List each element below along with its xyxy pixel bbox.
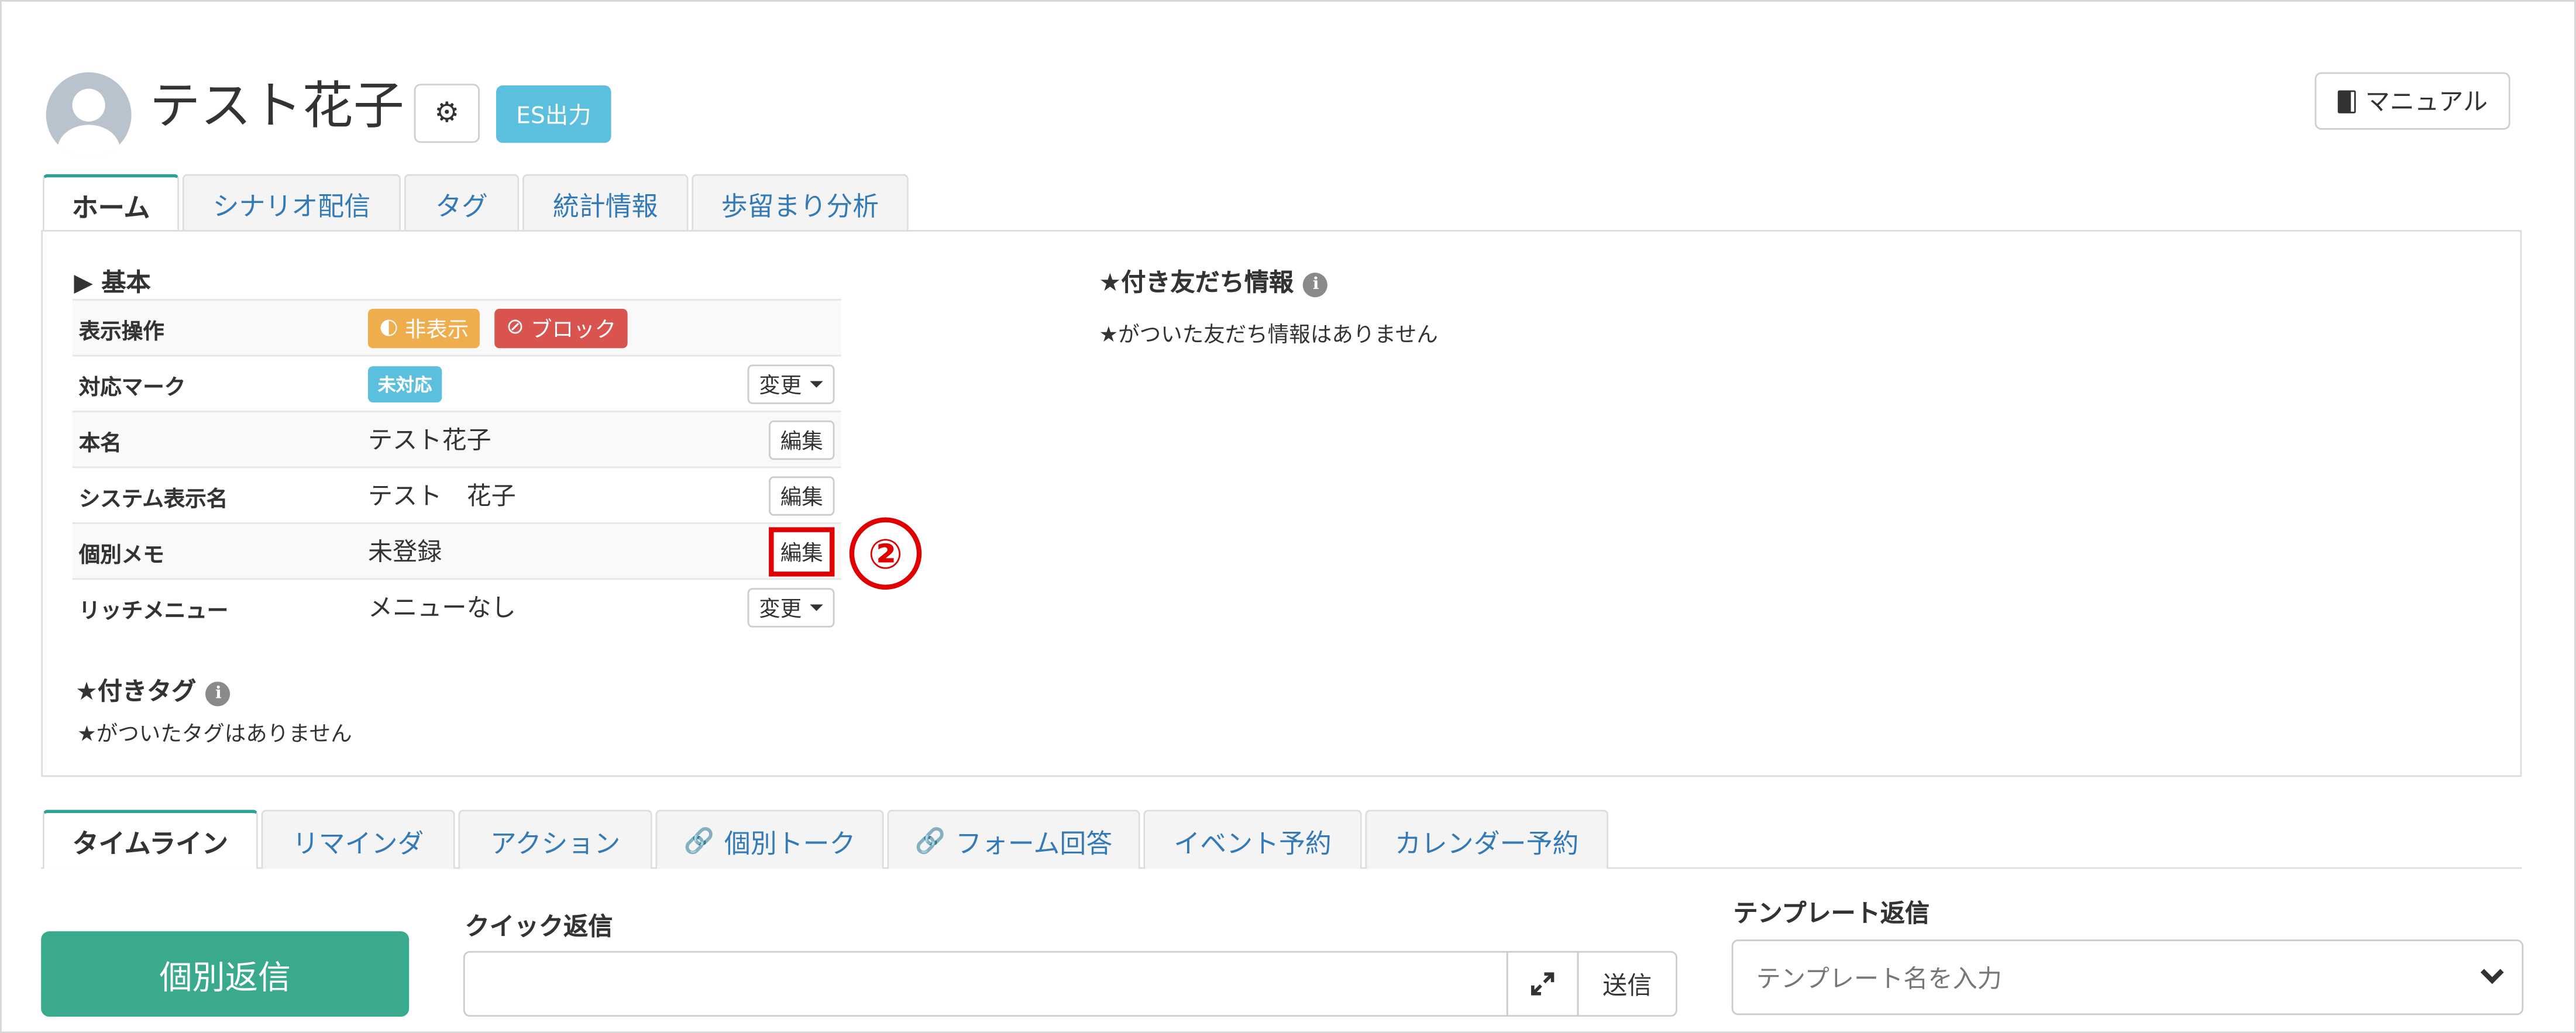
template-select[interactable]: テンプレート名を入力 <box>1731 939 2524 1015</box>
link-icon: 🔗 <box>683 825 714 855</box>
tab-timeline[interactable]: タイムライン <box>43 810 258 869</box>
quick-reply-label: クイック返信 <box>465 911 613 941</box>
avatar-head-icon <box>72 88 105 122</box>
tab-individual-talk[interactable]: 🔗 個別トーク <box>655 810 884 869</box>
info-icon[interactable]: i <box>206 681 231 707</box>
tab-calendar-booking-label: カレンダー予約 <box>1394 827 1579 859</box>
eye-slash-icon: ◐ <box>379 315 398 340</box>
manual-button[interactable]: マニュアル <box>2314 72 2510 130</box>
action-cell: 変更 <box>710 354 841 412</box>
status-badge: 未対応 <box>367 365 442 402</box>
action-cell: 編集 <box>710 466 841 524</box>
template-reply-label: テンプレート返信 <box>1733 898 1930 928</box>
send-button[interactable]: 送信 <box>1577 951 1677 1017</box>
memo-value: 未登録 <box>367 522 710 579</box>
table-row: システム表示名 テスト 花子 編集 <box>72 466 841 524</box>
book-icon <box>2337 89 2355 113</box>
tab-reminder[interactable]: リマインダ <box>261 810 455 869</box>
avatar-body-icon <box>57 125 120 158</box>
table-row: リッチメニュー メニューなし 変更 <box>72 578 841 635</box>
block-button-label: ブロック <box>531 318 617 343</box>
change-rich-menu-label: 変更 <box>759 598 802 623</box>
action-cell: 編集 <box>710 522 841 579</box>
tab-calendar-booking[interactable]: カレンダー予約 <box>1365 810 1609 869</box>
chevron-down-icon <box>2480 960 2504 984</box>
tab-event-booking[interactable]: イベント予約 <box>1143 810 1362 869</box>
tab-yield-analysis[interactable]: 歩留まり分析 <box>692 174 909 232</box>
quick-reply-input[interactable] <box>463 951 1508 1017</box>
row-label: 対応マーク <box>72 354 368 412</box>
profile-tab-bar: ホーム シナリオ配信 タグ 統計情報 歩留まり分析 <box>43 174 912 232</box>
info-icon[interactable]: i <box>1304 273 1329 298</box>
annotation-number-badge: ② <box>849 517 922 590</box>
tab-tags[interactable]: タグ <box>404 174 520 232</box>
tab-form-answers[interactable]: 🔗 フォーム回答 <box>887 810 1140 869</box>
tab-stats-label: 統計情報 <box>552 190 658 222</box>
change-mark-label: 変更 <box>759 374 802 400</box>
caret-down-icon <box>810 380 823 387</box>
basic-section-title: ▶ 基本 <box>74 267 151 298</box>
display-ops-cell: ◐ 非表示 ⊘ ブロック <box>367 299 841 356</box>
starred-tags-title: ★付きタグ i <box>75 673 231 708</box>
change-rich-menu-button[interactable]: 変更 <box>747 587 835 627</box>
avatar <box>46 72 132 158</box>
starred-tags-empty: ★がついたタグはありません <box>77 722 352 748</box>
tab-yield-analysis-label: 歩留まり分析 <box>721 190 879 222</box>
action-cell: 変更 <box>710 578 841 635</box>
tab-stats[interactable]: 統計情報 <box>522 174 689 232</box>
es-export-button[interactable]: ES出力 <box>496 85 611 143</box>
edit-system-name-button[interactable]: 編集 <box>769 475 835 515</box>
action-cell: 編集 <box>710 410 841 467</box>
table-row: 表示操作 ◐ 非表示 ⊘ ブロック <box>72 299 841 356</box>
page-title: テスト花子 <box>149 77 404 137</box>
individual-reply-button[interactable]: 個別返信 <box>41 931 410 1017</box>
rich-menu-value: メニューなし <box>367 578 710 635</box>
ban-icon: ⊘ <box>506 315 524 340</box>
row-label: 表示操作 <box>72 299 368 356</box>
tab-reminder-label: リマインダ <box>292 827 424 859</box>
starred-friend-info-title-text: ★付き友だち情報 <box>1099 267 1294 298</box>
tab-event-booking-label: イベント予約 <box>1174 827 1332 859</box>
edit-real-name-button[interactable]: 編集 <box>769 419 835 459</box>
table-row: 個別メモ 未登録 編集 <box>72 522 841 579</box>
row-label: システム表示名 <box>72 466 368 524</box>
manual-button-label: マニュアル <box>2365 87 2488 117</box>
tab-individual-talk-label: 個別トーク <box>724 827 856 859</box>
system-name-value: テスト 花子 <box>367 466 710 524</box>
tab-tags-label: タグ <box>435 190 488 222</box>
row-label: リッチメニュー <box>72 578 368 635</box>
row-label: 本名 <box>72 410 368 467</box>
block-button[interactable]: ⊘ ブロック <box>494 308 628 347</box>
activity-tab-bar: タイムライン リマインダ アクション 🔗 個別トーク 🔗 フォーム回答 イベント… <box>43 810 1612 869</box>
edit-memo-button[interactable]: 編集 <box>769 526 835 576</box>
table-row: 本名 テスト花子 編集 <box>72 410 841 467</box>
hide-button-label: 非表示 <box>404 318 469 343</box>
expand-icon <box>1531 972 1554 996</box>
expand-button[interactable] <box>1506 951 1579 1017</box>
link-icon: 🔗 <box>914 825 946 855</box>
starred-tags-title-text: ★付きタグ <box>75 676 197 707</box>
gear-icon: ⚙ <box>434 97 460 130</box>
change-mark-button[interactable]: 変更 <box>747 363 835 404</box>
row-label: 個別メモ <box>72 522 368 579</box>
app-root: テスト花子 ⚙ ES出力 マニュアル ホーム シナリオ配信 タグ 統計情報 歩留… <box>0 0 2576 1033</box>
template-select-placeholder: テンプレート名を入力 <box>1756 963 2002 993</box>
tab-form-answers-label: フォーム回答 <box>955 827 1113 859</box>
tab-action-label: アクション <box>490 827 621 859</box>
response-mark-cell: 未対応 <box>367 354 710 412</box>
starred-friend-info-title: ★付き友だち情報 i <box>1099 264 1329 299</box>
starred-friend-info-empty: ★がついた友だち情報はありません <box>1099 323 1438 349</box>
hide-button[interactable]: ◐ 非表示 <box>367 308 480 347</box>
table-row: 対応マーク 未対応 変更 <box>72 354 841 412</box>
real-name-value: テスト花子 <box>367 410 710 467</box>
caret-down-icon <box>810 604 823 611</box>
basic-info-table: 表示操作 ◐ 非表示 ⊘ ブロック 対応マーク 未対応 変更 本名 テスト花子 … <box>72 299 841 635</box>
tab-timeline-label: タイムライン <box>72 828 229 859</box>
tab-scenario[interactable]: シナリオ配信 <box>182 174 401 232</box>
tab-action[interactable]: アクション <box>458 810 652 869</box>
tab-home[interactable]: ホーム <box>43 174 180 232</box>
tab-scenario-label: シナリオ配信 <box>212 190 371 222</box>
tab-home-label: ホーム <box>71 191 150 223</box>
settings-button[interactable]: ⚙ <box>414 84 480 143</box>
